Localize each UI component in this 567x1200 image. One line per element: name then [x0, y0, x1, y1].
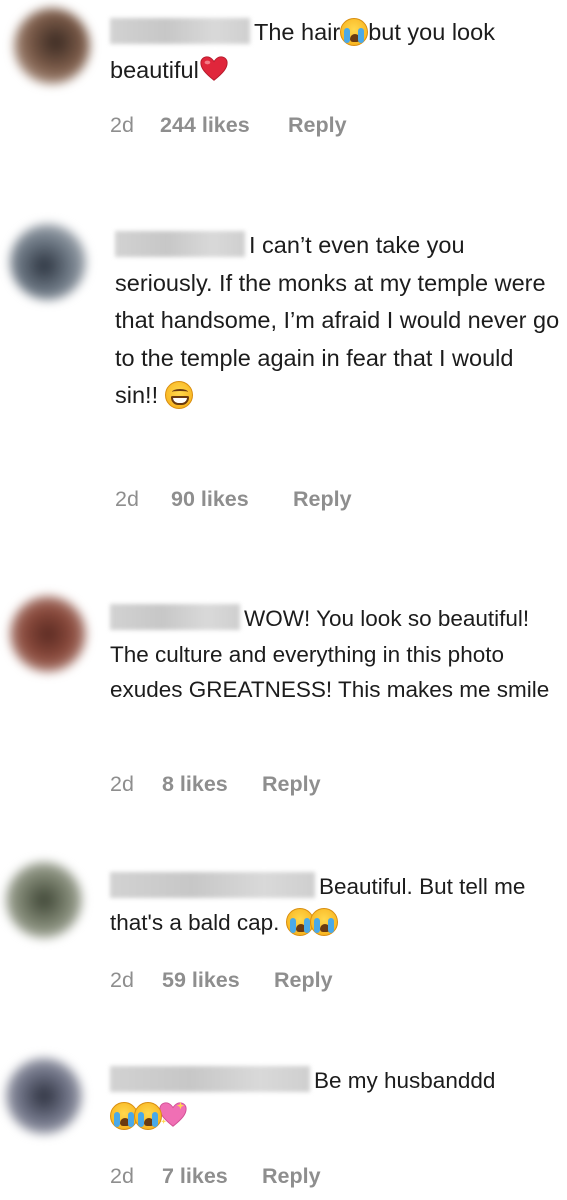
comment-meta: 2d 90 likes Reply: [115, 486, 352, 512]
grinning-face-emoji-icon: [164, 381, 193, 409]
loudly-crying-face-emoji-icon: [134, 1101, 162, 1130]
comment-text: I can’t even take you seriously. If the …: [115, 227, 560, 415]
timestamp[interactable]: 2d: [110, 771, 162, 797]
reply-button[interactable]: Reply: [293, 486, 352, 512]
redacted-username[interactable]: [110, 872, 315, 898]
likes-count[interactable]: 244 likes: [160, 112, 288, 138]
redacted-username[interactable]: [115, 231, 245, 257]
comment-text-part: The hair: [254, 19, 341, 45]
loudly-crying-face-emoji-icon: [309, 907, 338, 936]
redacted-username[interactable]: [110, 18, 250, 44]
likes-count[interactable]: 90 likes: [171, 486, 293, 512]
comment-text: Beautiful. But tell me that's a bald cap…: [110, 869, 560, 940]
likes-count[interactable]: 8 likes: [162, 771, 262, 797]
reply-button[interactable]: Reply: [262, 1163, 321, 1189]
avatar[interactable]: [6, 862, 82, 938]
comment-text: WOW! You look so beautiful! The culture …: [110, 601, 560, 708]
timestamp[interactable]: 2d: [110, 967, 162, 993]
comment-meta: 2d 59 likes Reply: [110, 967, 333, 993]
loudly-crying-face-emoji-icon: [340, 18, 369, 46]
reply-button[interactable]: Reply: [274, 967, 333, 993]
timestamp[interactable]: 2d: [110, 1163, 162, 1189]
reply-button[interactable]: Reply: [288, 112, 347, 138]
comment-text: The hair but you look beautiful: [110, 14, 550, 89]
comment-meta: 2d 7 likes Reply: [110, 1163, 321, 1189]
redacted-username[interactable]: [110, 1066, 310, 1092]
avatar[interactable]: [10, 596, 86, 672]
comment-meta: 2d 244 likes Reply: [110, 112, 347, 138]
comment-text-part: Be my husbanddd: [314, 1068, 496, 1093]
timestamp[interactable]: 2d: [115, 486, 171, 512]
comment-meta: 2d 8 likes Reply: [110, 771, 321, 797]
avatar[interactable]: [14, 8, 90, 84]
avatar[interactable]: [6, 1058, 82, 1134]
sparkling-heart-emoji-icon: [159, 1101, 187, 1127]
redacted-username[interactable]: [110, 604, 240, 630]
likes-count[interactable]: 59 likes: [162, 967, 274, 993]
avatar[interactable]: [10, 224, 86, 300]
likes-count[interactable]: 7 likes: [162, 1163, 262, 1189]
timestamp[interactable]: 2d: [110, 112, 160, 138]
red-heart-emoji-icon: [200, 55, 228, 81]
reply-button[interactable]: Reply: [262, 771, 321, 797]
comment-text: Be my husbanddd: [110, 1063, 560, 1134]
